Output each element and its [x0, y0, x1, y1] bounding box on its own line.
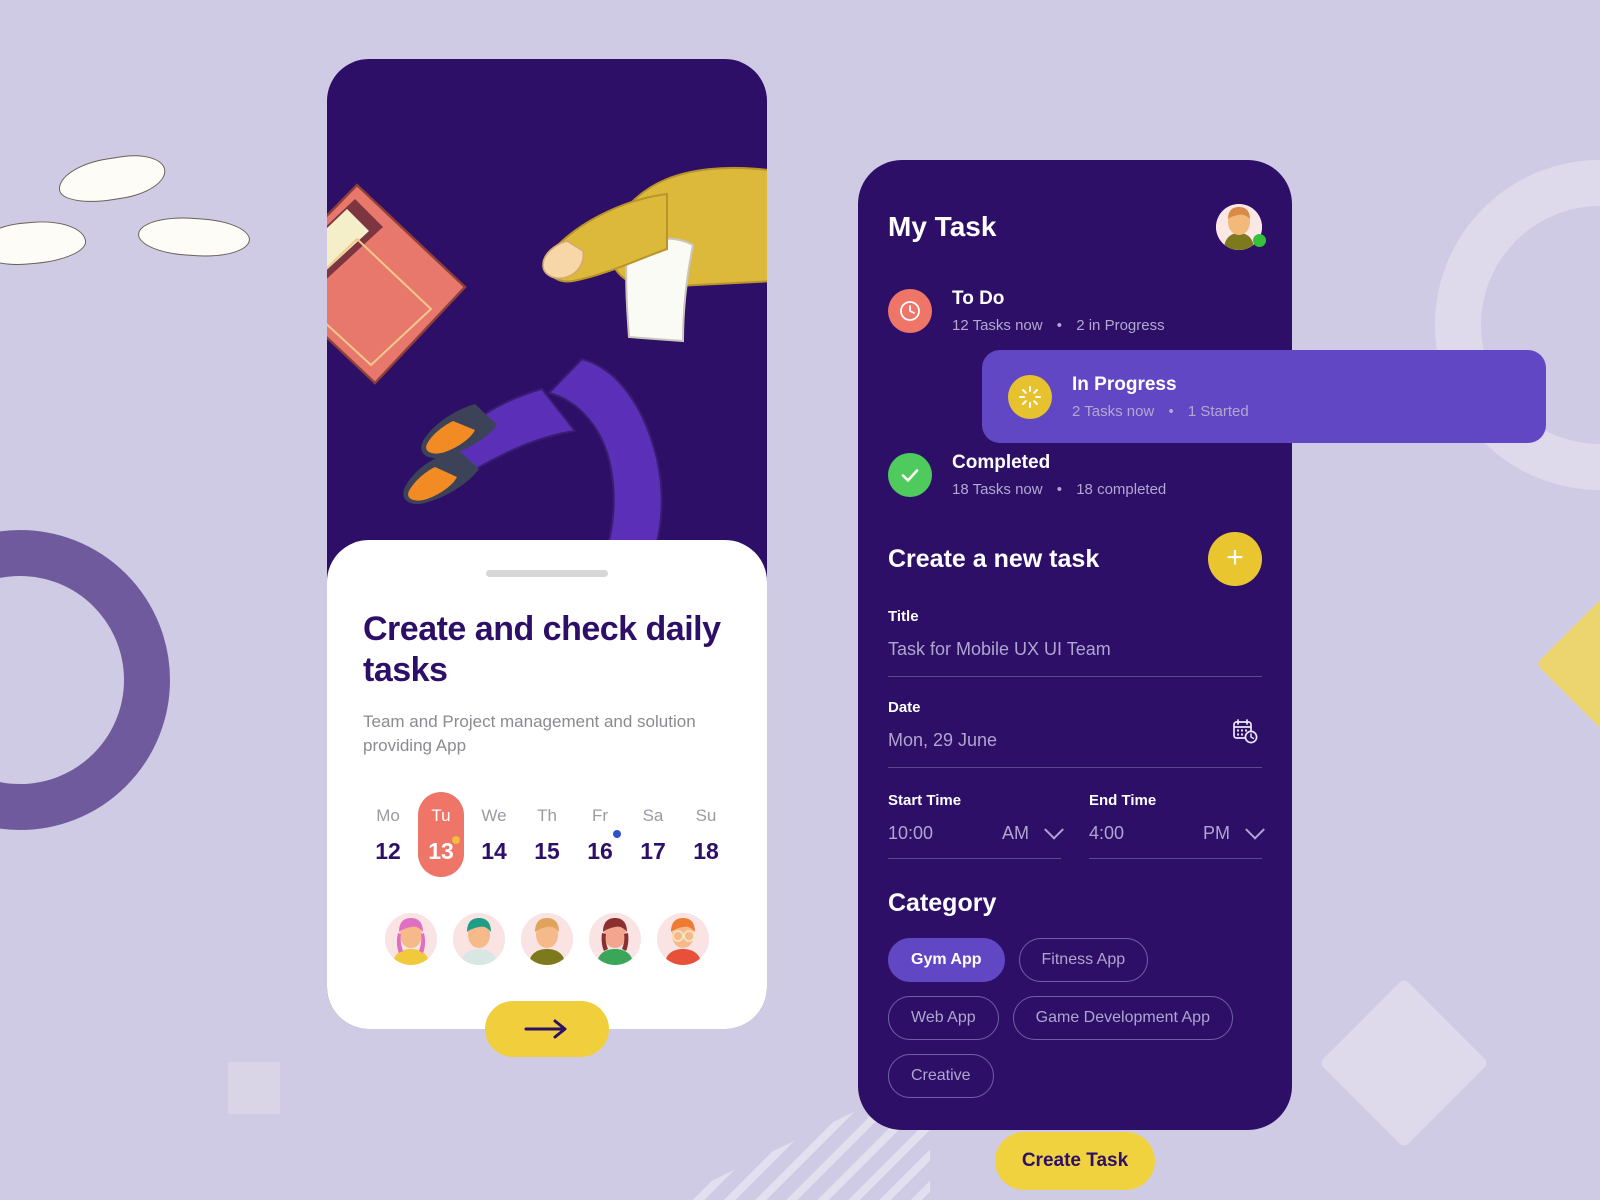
avatar[interactable]	[589, 913, 641, 966]
calendar-day-name: Sa	[642, 806, 664, 826]
status-row-completed[interactable]: Completed 18 Tasks now • 18 completed	[888, 452, 1262, 498]
status-count: 12 Tasks now	[952, 317, 1043, 334]
create-task-header: Create a new task +	[888, 532, 1262, 586]
end-time-field[interactable]: End Time 4:00 PM	[1089, 792, 1265, 859]
status-name: To Do	[952, 288, 1005, 309]
week-calendar: Mo 12 Tu 13 We 14 Th 15 Fr 16 Sa 17 Su 18	[363, 792, 731, 878]
calendar-day-number: 14	[481, 838, 507, 865]
title-field-label: Title	[888, 608, 919, 625]
date-field[interactable]: Date Mon, 29 June	[888, 699, 1262, 768]
status-count: 2 Tasks now	[1072, 402, 1155, 420]
avatar[interactable]	[521, 913, 573, 966]
spinner-icon	[1008, 374, 1052, 419]
calendar-clock-icon[interactable]	[1232, 718, 1258, 749]
status-detail: 2 in Progress	[1076, 317, 1165, 334]
drag-handle[interactable]	[486, 570, 608, 577]
avatar[interactable]	[453, 913, 505, 966]
purple-arc-shape	[0, 530, 170, 830]
end-time-label: End Time	[1089, 792, 1157, 809]
status-meta: 18 Tasks now • 18 completed	[952, 481, 1166, 498]
category-chip[interactable]: Web App	[888, 996, 999, 1040]
yellow-diamond-shape	[1536, 596, 1600, 732]
start-time-label: Start Time	[888, 792, 962, 809]
end-time-meridiem[interactable]: PM	[1203, 823, 1230, 844]
paper-sheet-icon	[0, 217, 88, 269]
avatar[interactable]	[385, 913, 437, 966]
status-meta: 2 Tasks now • 1 Started	[1072, 403, 1249, 420]
chevron-down-icon[interactable]	[1245, 819, 1265, 840]
page-subtitle: Team and Project management and solution…	[363, 711, 696, 756]
calendar-day-number: 18	[693, 838, 719, 865]
light-diamond-shape	[1319, 978, 1489, 1148]
next-button[interactable]	[485, 1001, 609, 1058]
chevron-down-icon[interactable]	[1044, 819, 1064, 840]
page-title: Create and check daily tasks	[363, 610, 721, 690]
category-chip[interactable]: Game Development App	[1012, 996, 1233, 1040]
category-label: Category	[888, 889, 997, 917]
add-task-button[interactable]: +	[1208, 532, 1262, 586]
end-time-value[interactable]: 4:00	[1089, 823, 1203, 844]
start-time-value[interactable]: 10:00	[888, 823, 1002, 844]
calendar-day-name: Mo	[376, 806, 400, 826]
status-detail: 18 completed	[1076, 481, 1167, 498]
calendar-day-name: Fr	[591, 806, 609, 826]
paper-sheet-icon	[55, 149, 169, 209]
section-title: Create a new task	[888, 544, 1100, 573]
arrow-right-icon	[524, 1019, 567, 1039]
title-field-value[interactable]: Task for Mobile UX UI Team	[888, 639, 1262, 660]
calendar-day-tu[interactable]: Tu 13	[418, 792, 464, 878]
create-task-button[interactable]: Create Task	[995, 1132, 1155, 1190]
category-chips: Gym App Fitness App Web App Game Developmen…	[888, 938, 1262, 1098]
start-time-meridiem[interactable]: AM	[1002, 823, 1029, 844]
calendar-day-th[interactable]: Th 15	[524, 792, 570, 877]
plus-icon: +	[1226, 541, 1244, 574]
grey-square-shape	[228, 1062, 280, 1114]
background-decorations	[0, 0, 1600, 1200]
avatar[interactable]	[657, 913, 709, 966]
status-detail: 1 Started	[1187, 402, 1249, 420]
calendar-day-mo[interactable]: Mo 12	[365, 792, 411, 877]
calendar-day-fr[interactable]: Fr 16	[577, 792, 623, 877]
calendar-day-number: 16	[587, 838, 613, 865]
calendar-day-su[interactable]: Su 18	[683, 792, 729, 877]
time-fields: Start Time 10:00 AM End Time 4:00 PM	[888, 792, 1265, 859]
task-header: My Task	[888, 204, 1262, 250]
date-field-value[interactable]: Mon, 29 June	[888, 730, 1262, 751]
status-count: 18 Tasks now	[952, 481, 1043, 498]
calendar-day-name: Su	[695, 806, 717, 826]
onboarding-card: Create and check daily tasks Team and Pr…	[327, 540, 767, 1058]
clock-icon	[888, 289, 932, 333]
bullet-separator: •	[1168, 402, 1174, 420]
check-icon	[888, 453, 932, 497]
online-status-dot	[1253, 234, 1266, 247]
title-field[interactable]: Title Task for Mobile UX UI Team	[888, 608, 1262, 677]
status-row-in-progress[interactable]: In Progress 2 Tasks now • 1 Started	[982, 350, 1546, 443]
calendar-day-number: 17	[640, 838, 666, 865]
calendar-day-name: Th	[537, 806, 557, 826]
paper-sheet-icon	[136, 214, 252, 260]
bullet-separator: •	[1056, 317, 1063, 334]
category-chip[interactable]: Creative	[888, 1054, 994, 1098]
bullet-separator: •	[1056, 481, 1063, 498]
team-avatars	[363, 913, 731, 966]
status-name: In Progress	[1072, 373, 1177, 395]
calendar-day-name: Tu	[431, 806, 451, 826]
calendar-day-number: 12	[375, 838, 401, 865]
status-name: Completed	[952, 452, 1051, 473]
calendar-day-name: We	[481, 806, 507, 826]
calendar-day-sa[interactable]: Sa 17	[630, 792, 676, 877]
calendar-day-we[interactable]: We 14	[471, 792, 517, 877]
right-phone-frame: My Task To Do 12 Tasks now • 2 in Progre…	[858, 160, 1546, 1190]
calendar-event-dot	[613, 830, 621, 839]
start-time-field[interactable]: Start Time 10:00 AM	[888, 792, 1064, 859]
status-meta: 12 Tasks now • 2 in Progress	[952, 317, 1165, 334]
calendar-day-number: 15	[534, 838, 560, 865]
status-row-todo[interactable]: To Do 12 Tasks now • 2 in Progress	[888, 288, 1262, 334]
date-field-label: Date	[888, 699, 921, 716]
page-title: My Task	[888, 211, 997, 242]
category-chip[interactable]: Gym App	[888, 938, 1005, 982]
category-chip[interactable]: Fitness App	[1018, 938, 1149, 982]
